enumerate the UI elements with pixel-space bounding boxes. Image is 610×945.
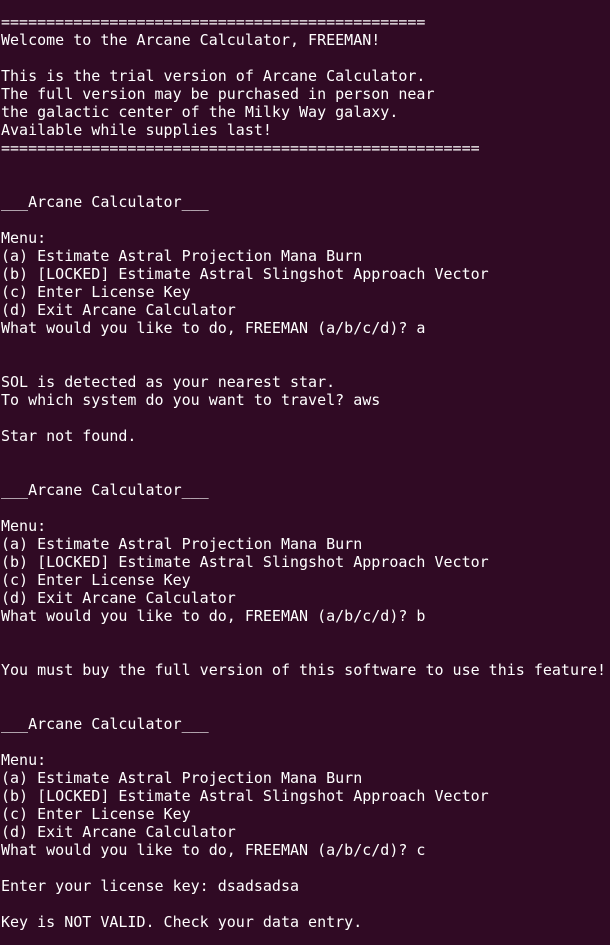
terminal-line: (d) Exit Arcane Calculator (1, 301, 236, 319)
terminal-output[interactable]: ========================================… (0, 0, 610, 945)
terminal-line: You must buy the full version of this so… (1, 661, 607, 679)
terminal-line: (d) Exit Arcane Calculator (1, 589, 236, 607)
terminal-line: What would you like to do, FREEMAN (a/b/… (1, 607, 426, 625)
terminal-line: the galactic center of the Milky Way gal… (1, 103, 399, 121)
terminal-line: (d) Exit Arcane Calculator (1, 823, 236, 841)
terminal-line: What would you like to do, FREEMAN (a/b/… (1, 319, 426, 337)
terminal-line: ___Arcane Calculator___ (1, 715, 209, 733)
terminal-line: The full version may be purchased in per… (1, 85, 435, 103)
terminal-line: Menu: (1, 751, 47, 769)
terminal-line: Star not found. (1, 427, 137, 445)
terminal-line: What would you like to do, FREEMAN (a/b/… (1, 841, 426, 859)
terminal-line: (b) [LOCKED] Estimate Astral Slingshot A… (1, 553, 489, 571)
terminal-line: SOL is detected as your nearest star. (1, 373, 336, 391)
terminal-line: ___Arcane Calculator___ (1, 481, 209, 499)
terminal-line: (c) Enter License Key (1, 283, 191, 301)
terminal-line: (b) [LOCKED] Estimate Astral Slingshot A… (1, 787, 489, 805)
terminal-line: Available while supplies last! (1, 121, 272, 139)
terminal-line: To which system do you want to travel? a… (1, 391, 381, 409)
terminal-line: (a) Estimate Astral Projection Mana Burn (1, 769, 363, 787)
terminal-line: ========================================… (1, 13, 426, 31)
terminal-line: (c) Enter License Key (1, 805, 191, 823)
terminal-line: Menu: (1, 517, 47, 535)
terminal-line: ___Arcane Calculator___ (1, 193, 209, 211)
terminal-line: Welcome to the Arcane Calculator, FREEMA… (1, 31, 381, 49)
terminal-line: (c) Enter License Key (1, 571, 191, 589)
terminal-line: (a) Estimate Astral Projection Mana Burn (1, 535, 363, 553)
terminal-line: (a) Estimate Astral Projection Mana Burn (1, 247, 363, 265)
terminal-line: (b) [LOCKED] Estimate Astral Slingshot A… (1, 265, 489, 283)
terminal-line: Enter your license key: dsadsadsa (1, 877, 300, 895)
terminal-line: Menu: (1, 229, 47, 247)
terminal-line: Key is NOT VALID. Check your data entry. (1, 913, 363, 931)
terminal-line: ========================================… (1, 139, 480, 157)
terminal-line: This is the trial version of Arcane Calc… (1, 67, 426, 85)
